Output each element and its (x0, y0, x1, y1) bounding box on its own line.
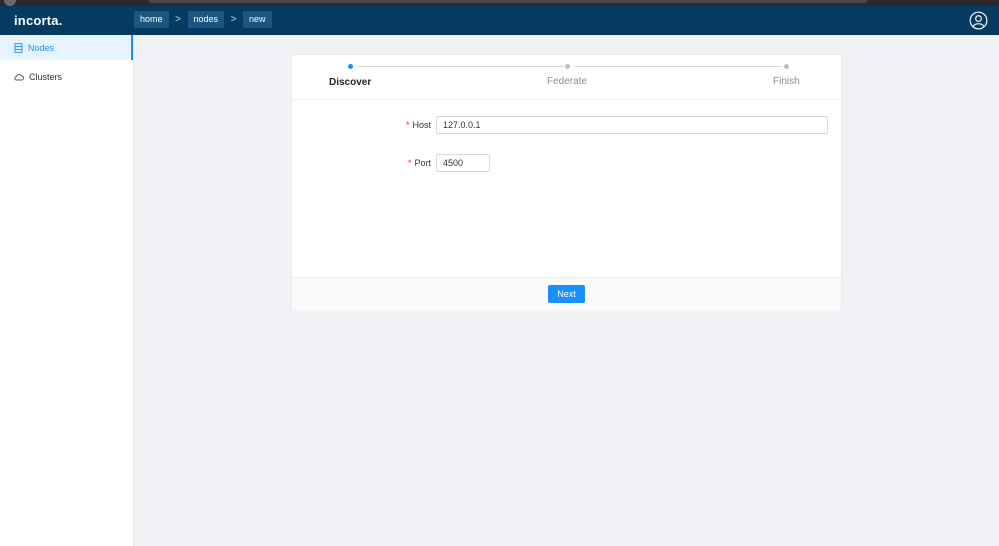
step-label-federate[interactable]: Federate (547, 76, 587, 87)
chevron-right-icon: > (175, 14, 181, 25)
step-label-finish[interactable]: Finish (773, 76, 800, 87)
step-connector (356, 66, 564, 67)
new-node-wizard: Discover Federate Finish *Host *Port Nex… (291, 54, 842, 310)
wizard-steps: Discover Federate Finish (292, 55, 841, 100)
step-dot-finish (784, 64, 789, 69)
sidebar-item-nodes[interactable]: Nodes (0, 35, 133, 60)
wizard-footer: Next (292, 277, 841, 310)
breadcrumb-home[interactable]: home (134, 11, 169, 28)
sidebar-item-label: Clusters (29, 71, 63, 82)
port-label: * Port (407, 158, 431, 168)
app-header: incorta. home > nodes > new (0, 6, 999, 35)
chevron-right-icon: > (230, 14, 237, 25)
user-avatar-icon[interactable] (969, 11, 988, 30)
breadcrumb-nodes[interactable]: nodes (187, 11, 225, 28)
sidebar-item-label: Nodes (28, 42, 55, 53)
browser-tab-bar (148, 0, 868, 3)
breadcrumb: home > nodes > new (134, 11, 272, 28)
port-input[interactable] (436, 154, 490, 172)
host-label: * Host (405, 120, 431, 130)
discover-form: *Host *Port (292, 100, 841, 277)
step-dot-federate (565, 64, 570, 69)
app-logo: incorta. (14, 13, 63, 28)
database-icon (14, 42, 23, 53)
host-input[interactable] (436, 116, 828, 134)
sidebar: Nodes Clusters (0, 35, 134, 546)
step-label-discover[interactable]: Discover (329, 77, 371, 88)
required-mark: * (405, 120, 410, 130)
breadcrumb-new[interactable]: new (243, 11, 272, 28)
step-connector (574, 66, 782, 67)
step-dot-discover (348, 64, 353, 69)
sidebar-item-clusters[interactable]: Clusters (0, 64, 133, 89)
next-button[interactable]: Next (548, 285, 585, 303)
cloud-icon (14, 73, 24, 80)
required-mark: * (407, 158, 412, 168)
